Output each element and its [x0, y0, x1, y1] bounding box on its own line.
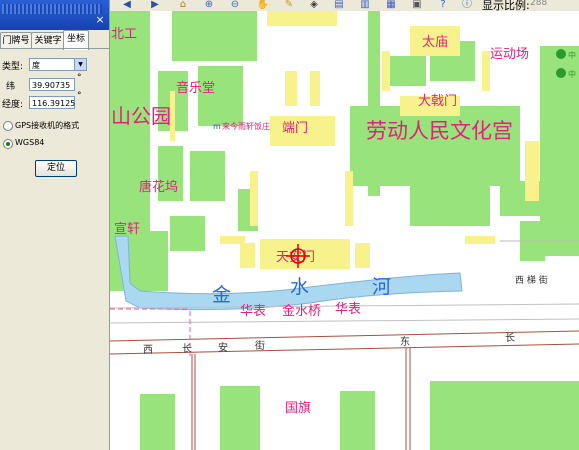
arrow-right-icon[interactable]: ▶: [148, 0, 162, 10]
building: [345, 171, 353, 226]
label-street-chang-east: 长: [505, 332, 515, 344]
building: [250, 171, 258, 226]
layers-icon[interactable]: ◈: [307, 0, 321, 10]
building: [310, 71, 320, 106]
document-icon[interactable]: ▤: [332, 0, 346, 10]
tab-divider: [0, 48, 109, 49]
poi-badge-label: 中: [568, 50, 576, 60]
park-north-block: [172, 11, 257, 61]
label-tanghuawu: 唐花坞: [139, 179, 178, 195]
lon-label: 经度:: [2, 100, 24, 110]
poi-badge-icon[interactable]: [556, 49, 566, 59]
label-laitinxuan: 来今雨轩饭庄: [222, 121, 270, 131]
park-area: [430, 381, 579, 450]
label-river-shui: 水: [290, 276, 309, 298]
label-street-dong: 东: [400, 335, 410, 348]
chevron-down-icon[interactable]: ▼: [74, 59, 86, 70]
tab-keyword[interactable]: 关键字: [31, 32, 65, 49]
label-dajimen: 大戟门: [418, 94, 457, 109]
label-street-jie: 街: [255, 339, 265, 352]
arrow-left-icon[interactable]: ◀: [120, 0, 134, 10]
tab-coordinates[interactable]: 坐标: [63, 30, 89, 50]
park-area: [140, 394, 175, 450]
park-area: [410, 186, 490, 226]
park-cultural-palace: [350, 106, 520, 186]
label-river-jin: 金: [212, 284, 231, 306]
lon-input[interactable]: 116.39125: [29, 96, 75, 109]
type-label: 类型:: [2, 62, 24, 72]
label-duanmen: 端门: [282, 121, 308, 136]
close-icon[interactable]: ×: [94, 14, 106, 26]
panel-titlebar: ×: [0, 0, 109, 30]
pan-hand-icon[interactable]: ✋: [256, 0, 270, 10]
park-area: [220, 386, 260, 450]
label-street-xi: 西: [143, 345, 153, 356]
map-canvas[interactable]: 北工 山公园 音乐堂 m 来今雨轩饭庄 端门 太庙 运动场 大戟门 劳动人民文化…: [110, 11, 579, 450]
park-area: [198, 66, 243, 126]
building: [355, 243, 370, 268]
help-icon[interactable]: ?: [436, 0, 450, 10]
label-jinshuiqiao: 金水桥: [282, 303, 321, 319]
scale-value: 288: [530, 0, 548, 8]
radio-wgs84-label: WGS84: [15, 138, 45, 147]
zoom-in-icon[interactable]: ⊕: [202, 0, 216, 10]
lat-degree-mark: °: [77, 73, 82, 83]
metro-icon: m: [213, 122, 221, 131]
info-icon[interactable]: ⓘ: [460, 0, 474, 10]
type-select[interactable]: 度 ▼: [29, 58, 87, 71]
park-area: [190, 151, 225, 201]
label-taimiao: 太庙: [422, 35, 448, 50]
park-area: [388, 56, 426, 86]
tab-door-number[interactable]: 门牌号: [0, 32, 32, 49]
poi-badge-icon-2[interactable]: [556, 68, 566, 78]
label-top-left-fragment: 北工: [111, 27, 137, 42]
label-street-an: 安: [218, 341, 228, 354]
label-xilinjie: 西 梯 街: [515, 274, 548, 286]
chart-icon[interactable]: ▥: [358, 0, 372, 10]
label-river-he: 河: [372, 276, 391, 298]
building: [240, 243, 255, 268]
building: [482, 51, 490, 91]
print-icon[interactable]: ▣: [410, 0, 424, 10]
grid-icon[interactable]: ▦: [384, 0, 398, 10]
label-zhongshan-park: 山公园: [111, 104, 171, 128]
panel-grip[interactable]: [2, 4, 102, 14]
label-sports-field: 运动场: [490, 47, 529, 62]
park-area: [340, 391, 375, 450]
radio-gps-format[interactable]: [3, 121, 13, 131]
label-concert-hall: 音乐堂: [176, 80, 215, 96]
locate-button[interactable]: 定位: [35, 160, 77, 177]
building: [220, 236, 245, 244]
label-xuan: 宣轩: [114, 221, 140, 237]
lat-label: 纬: [6, 82, 16, 92]
label-street-chang: 长: [182, 343, 192, 355]
building: [285, 71, 297, 106]
label-huabiao-east: 华表: [335, 302, 361, 317]
building: [465, 236, 495, 244]
lat-input[interactable]: 39.90735: [29, 78, 75, 91]
lon-degree-mark: °: [77, 91, 82, 101]
zoom-out-icon[interactable]: ⊖: [228, 0, 242, 10]
label-cultural-palace: 劳动人民文化宫: [366, 119, 513, 143]
building: [382, 51, 390, 91]
building: [525, 141, 539, 201]
label-guoqi: 国旗: [285, 400, 311, 416]
radio-wgs84[interactable]: [3, 139, 13, 149]
measure-icon[interactable]: ✎: [282, 0, 296, 10]
building: [267, 11, 337, 26]
park-area: [170, 216, 205, 251]
radio-gps-label: GPS接收机的格式: [15, 121, 80, 130]
poi-badge-label-2: 中: [568, 69, 576, 79]
coordinate-panel: × 门牌号 关键字 坐标 类型: 度 ▼ 纬 39.90735 ° 经度: 11…: [0, 0, 110, 450]
label-huabiao-west: 华表: [240, 304, 266, 319]
type-select-value: 度: [32, 61, 40, 70]
home-icon[interactable]: ⌂: [176, 0, 190, 10]
